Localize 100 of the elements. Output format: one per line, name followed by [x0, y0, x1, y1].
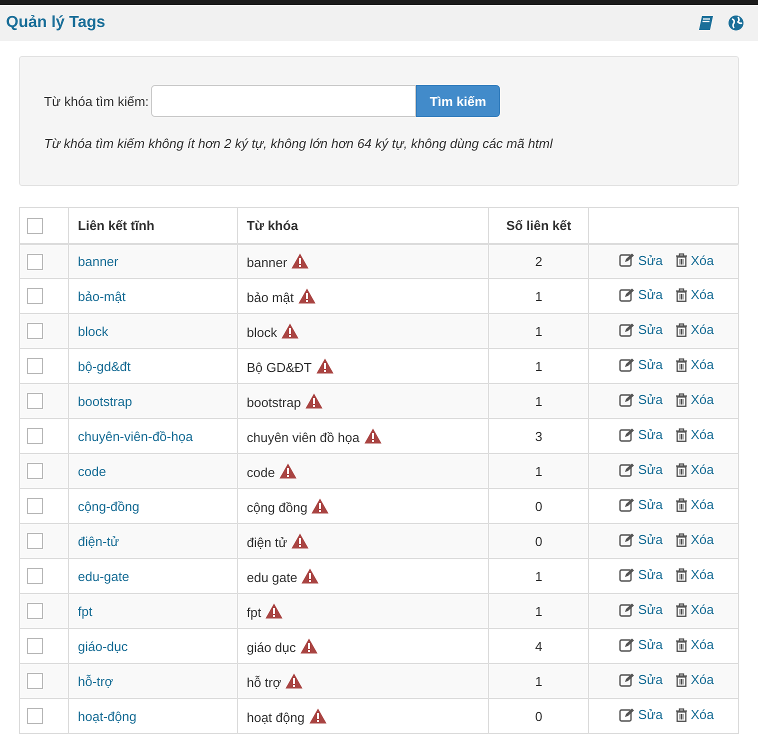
row-checkbox[interactable]: [27, 358, 43, 374]
warning-icon: [308, 708, 327, 724]
alias-link[interactable]: cộng-đồng: [78, 498, 140, 514]
search-label: Từ khóa tìm kiếm:: [44, 94, 149, 108]
edit-link[interactable]: Sửa: [619, 707, 663, 722]
delete-link[interactable]: Xóa: [674, 462, 714, 478]
row-checkbox[interactable]: [27, 533, 43, 550]
edit-link[interactable]: Sửa: [619, 567, 663, 582]
delete-link[interactable]: Xóa: [674, 322, 714, 338]
warning-icon: [278, 462, 297, 478]
warning-icon: [300, 638, 318, 654]
trash-icon: [674, 638, 688, 652]
alias-link[interactable]: bảo-mật: [78, 288, 126, 304]
trash-icon: [674, 358, 688, 372]
delete-link[interactable]: Xóa: [674, 427, 714, 442]
search-field[interactable]: [150, 85, 416, 117]
row-checkbox[interactable]: [27, 498, 43, 514]
edit-icon: [619, 568, 636, 582]
row-checkbox[interactable]: [27, 708, 43, 724]
delete-link[interactable]: Xóa: [674, 252, 714, 268]
keyword-text: điện tử: [246, 534, 288, 550]
edit-link[interactable]: Sửa: [619, 462, 663, 478]
delete-link[interactable]: Xóa: [674, 672, 714, 688]
row-checkbox[interactable]: [27, 568, 43, 584]
keyword-text: block: [246, 324, 278, 340]
alias-link[interactable]: fpt: [78, 604, 92, 618]
search-button[interactable]: Tìm kiếm: [416, 85, 500, 117]
warning-icon: [301, 568, 320, 584]
edit-icon: [619, 253, 636, 267]
edit-link[interactable]: Sửa: [619, 357, 663, 372]
edit-link[interactable]: Sửa: [619, 532, 663, 548]
alias-link[interactable]: bộ-gd&đt: [78, 358, 131, 374]
alias-link[interactable]: edu-gate: [78, 568, 130, 584]
row-checkbox[interactable]: [27, 288, 43, 304]
row-checkbox[interactable]: [27, 393, 43, 410]
row-checkbox[interactable]: [27, 428, 43, 444]
edit-link[interactable]: Sửa: [619, 637, 663, 652]
edit-icon: [619, 638, 636, 652]
alias-link[interactable]: hỗ-trợ: [78, 674, 114, 688]
alias-link[interactable]: giáo-dục: [78, 638, 128, 654]
globe-icon[interactable]: [728, 15, 744, 31]
warning-icon: [304, 392, 323, 408]
trash-icon: [674, 672, 688, 687]
edit-icon: [619, 428, 636, 442]
delete-link[interactable]: Xóa: [674, 707, 714, 722]
warning-icon: [364, 428, 382, 444]
trash-icon: [674, 602, 688, 617]
edit-link[interactable]: Sửa: [619, 427, 663, 442]
row-checkbox[interactable]: [27, 323, 43, 340]
edit-link[interactable]: Sửa: [619, 602, 663, 618]
warning-icon: [265, 602, 284, 618]
alias-link[interactable]: điện-tử: [78, 534, 120, 548]
delete-link[interactable]: Xóa: [674, 357, 714, 372]
delete-link[interactable]: Xóa: [674, 287, 714, 302]
row-checkbox[interactable]: [27, 603, 43, 620]
delete-link[interactable]: Xóa: [674, 392, 714, 408]
row-checkbox[interactable]: [27, 254, 43, 270]
delete-link[interactable]: Xóa: [674, 637, 714, 652]
delete-link[interactable]: Xóa: [674, 567, 714, 582]
select-all-checkbox[interactable]: [27, 218, 43, 234]
trash-icon: [674, 428, 688, 442]
edit-link[interactable]: Sửa: [619, 252, 663, 268]
alias-link[interactable]: hoạt-động: [78, 708, 136, 724]
warning-icon: [291, 252, 310, 269]
trash-icon: [674, 322, 688, 337]
trash-icon: [674, 288, 688, 302]
delete-link[interactable]: Xóa: [674, 602, 714, 618]
keyword-text: cộng đồng: [246, 500, 308, 514]
delete-link[interactable]: Xóa: [674, 532, 714, 548]
warning-icon: [298, 288, 316, 304]
trash-icon: [674, 498, 688, 512]
warning-icon: [281, 322, 300, 338]
edit-icon: [619, 358, 636, 372]
trash-icon: [674, 392, 688, 407]
search-hint: Từ khóa tìm kiếm không ít hơn 2 ký tự, không lớn hơn 64 ký tự, không dùng các mã html: [44, 136, 554, 151]
keyword-text: hoạt động: [246, 710, 305, 724]
delete-link[interactable]: Xóa: [674, 497, 714, 512]
keyword-text: code: [246, 464, 275, 480]
alias-link[interactable]: banner: [78, 254, 118, 269]
keyword-text: banner: [246, 254, 288, 270]
edit-icon: [619, 462, 636, 477]
trash-icon: [674, 462, 688, 477]
alias-link[interactable]: bootstrap: [78, 394, 132, 408]
edit-link[interactable]: Sửa: [619, 672, 663, 688]
edit-link[interactable]: Sửa: [619, 392, 663, 408]
alias-link[interactable]: code: [78, 464, 106, 478]
link-count: 0: [488, 698, 589, 734]
row-checkbox[interactable]: [27, 638, 43, 654]
row-checkbox[interactable]: [27, 463, 43, 480]
book-icon[interactable]: [698, 15, 714, 31]
alias-link[interactable]: block: [78, 324, 108, 338]
keyword-text: chuyên viên đồ họa: [246, 430, 360, 444]
page-title: Quản lý Tags: [6, 14, 106, 32]
trash-icon: [674, 253, 688, 267]
edit-link[interactable]: Sửa: [619, 322, 663, 338]
edit-link[interactable]: Sửa: [619, 497, 663, 512]
edit-icon: [619, 708, 636, 722]
edit-link[interactable]: Sửa: [619, 287, 663, 302]
row-checkbox[interactable]: [27, 673, 43, 690]
edit-icon: [619, 288, 636, 302]
